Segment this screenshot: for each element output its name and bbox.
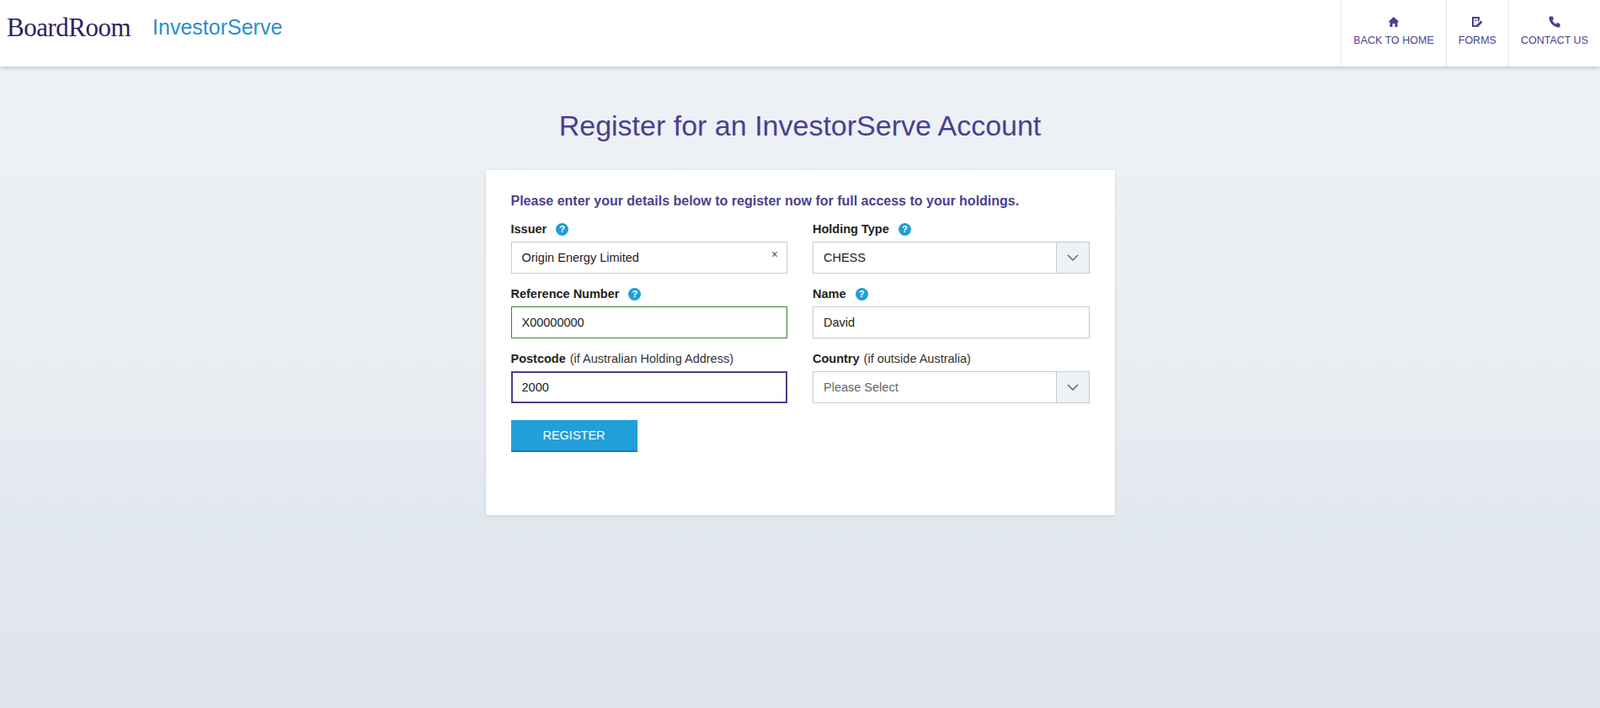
help-icon[interactable]: ? (555, 223, 569, 236)
field-label: Issuer? (511, 222, 789, 236)
select-field[interactable]: CHESS (812, 241, 1090, 274)
help-icon[interactable]: ? (628, 288, 641, 301)
form-edit-icon (1470, 15, 1484, 29)
chevron-down-icon (1066, 254, 1079, 262)
chevron-down-icon (1066, 384, 1079, 391)
brand: BoardRoom InvestorServe (0, 0, 283, 67)
text-input[interactable]: X00000000 (511, 306, 789, 339)
text-input[interactable]: David (812, 306, 1090, 339)
nav-item[interactable]: BACK TO HOME (1340, 0, 1446, 67)
form-field: Country(if outside Australia) Please Sele… (812, 352, 1090, 404)
product-name: InvestorServe (152, 15, 283, 40)
help-icon[interactable]: ? (898, 223, 912, 236)
page-title: Register for an InvestorServe Account (559, 109, 1042, 143)
phone-icon (1547, 15, 1562, 29)
register-card: Please enter your details below to regis… (485, 170, 1115, 516)
form-field: Postcode(if Australian Holding Address) 2… (511, 352, 789, 404)
form-grid: Issuer? Origin Energy Limited× Holding Typ… (511, 222, 1090, 404)
logo[interactable]: BoardRoom (6, 12, 131, 43)
dropdown-button[interactable] (1056, 372, 1089, 403)
clear-icon[interactable]: × (762, 247, 787, 268)
field-label: Postcode(if Australian Holding Address) (511, 352, 789, 366)
form-field: Reference Number? X00000000 (511, 287, 789, 339)
field-label: Holding Type? (812, 222, 1090, 236)
page: BoardRoomInvestorServeBACK TO HOMEFORMSC… (0, 0, 1600, 708)
register-button[interactable]: REGISTER (511, 420, 638, 453)
nav-item[interactable]: CONTACT US (1508, 0, 1600, 67)
main: Register for an InvestorServe Account Ple… (0, 66, 1600, 708)
form-field: Issuer? Origin Energy Limited× (511, 222, 789, 274)
field-label: Name? (812, 287, 1090, 301)
intro-text: Please enter your details below to regis… (511, 193, 1090, 209)
field-label: Country(if outside Australia) (812, 352, 1090, 366)
form-field: Name? David (812, 287, 1090, 339)
text-input[interactable]: Origin Energy Limited× (511, 241, 789, 274)
help-icon[interactable]: ? (855, 288, 869, 301)
dropdown-button[interactable] (1056, 242, 1089, 273)
form-field: Holding Type? CHESS (812, 222, 1090, 274)
select-field[interactable]: Please Select (812, 371, 1090, 404)
text-input[interactable]: 2000 (511, 371, 789, 404)
field-label: Reference Number? (511, 287, 789, 301)
home-icon (1386, 15, 1401, 29)
nav-item[interactable]: FORMS (1445, 0, 1509, 67)
nav: BACK TO HOMEFORMSCONTACT US (1340, 0, 1600, 67)
header: BoardRoom InvestorServe BACK TO HOMEFORMSC… (0, 0, 1600, 67)
